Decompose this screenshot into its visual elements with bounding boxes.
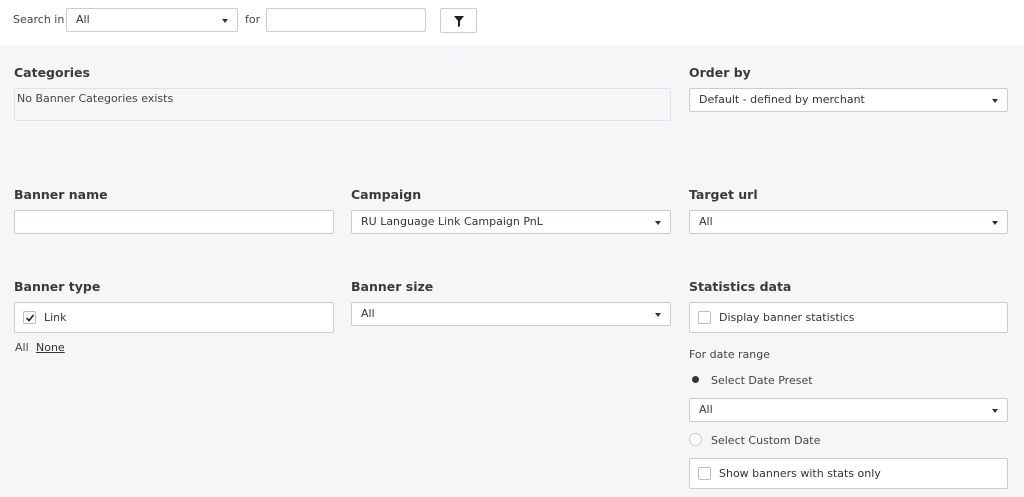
- target-url-select[interactable]: All: [689, 210, 1008, 234]
- chevron-down-icon: [655, 313, 661, 317]
- custom-date-radio[interactable]: [689, 433, 702, 446]
- campaign-value: RU Language Link Campaign PnL: [361, 215, 543, 228]
- date-preset-radio[interactable]: [689, 373, 702, 386]
- select-all-link[interactable]: All: [15, 341, 29, 354]
- categories-heading: Categories: [14, 65, 90, 80]
- search-scope-value: All: [76, 13, 90, 26]
- banner-size-value: All: [361, 307, 375, 320]
- stats-only-label: Show banners with stats only: [719, 467, 881, 480]
- display-stats-label: Display banner statistics: [719, 311, 855, 324]
- chevron-down-icon: [655, 221, 661, 225]
- banner-type-link-checkbox[interactable]: [23, 311, 36, 324]
- banner-size-heading: Banner size: [351, 279, 434, 294]
- stats-only-checkbox[interactable]: [698, 467, 711, 480]
- search-in-label: Search in: [13, 13, 65, 26]
- campaign-select[interactable]: RU Language Link Campaign PnL: [351, 210, 671, 234]
- chevron-down-icon: [992, 99, 998, 103]
- campaign-heading: Campaign: [351, 187, 422, 202]
- categories-box: No Banner Categories exists: [14, 88, 671, 121]
- chevron-down-icon: [992, 221, 998, 225]
- filter-icon: [454, 16, 464, 27]
- chevron-down-icon: [992, 409, 998, 413]
- display-stats-option: Display banner statistics: [689, 302, 1008, 333]
- checkmark-icon: [25, 314, 35, 322]
- categories-empty-text: No Banner Categories exists: [17, 92, 174, 105]
- banner-name-input[interactable]: [14, 210, 334, 234]
- banner-name-heading: Banner name: [14, 187, 108, 202]
- banner-type-link-label: Link: [44, 311, 67, 324]
- custom-date-label: Select Custom Date: [711, 434, 821, 447]
- banner-type-heading: Banner type: [14, 279, 101, 294]
- target-url-heading: Target url: [689, 187, 758, 202]
- search-scope-select[interactable]: All: [66, 8, 238, 32]
- order-by-value: Default - defined by merchant: [699, 93, 865, 106]
- stats-only-option: Show banners with stats only: [689, 458, 1008, 489]
- filter-button[interactable]: [440, 8, 477, 33]
- chevron-down-icon: [222, 19, 228, 23]
- date-range-label: For date range: [689, 348, 770, 361]
- order-by-heading: Order by: [689, 65, 751, 80]
- date-preset-value: All: [699, 403, 713, 416]
- date-preset-label: Select Date Preset: [711, 374, 813, 387]
- select-none-link[interactable]: None: [36, 341, 65, 354]
- date-preset-select[interactable]: All: [689, 398, 1008, 422]
- statistics-heading: Statistics data: [689, 279, 792, 294]
- search-input[interactable]: [266, 8, 426, 32]
- banner-size-select[interactable]: All: [351, 302, 671, 326]
- order-by-select[interactable]: Default - defined by merchant: [689, 88, 1008, 112]
- display-stats-checkbox[interactable]: [698, 311, 711, 324]
- search-bar: Search in All for: [0, 0, 1024, 46]
- target-url-value: All: [699, 215, 713, 228]
- for-label: for: [245, 13, 261, 26]
- banner-type-options: Link: [14, 302, 334, 333]
